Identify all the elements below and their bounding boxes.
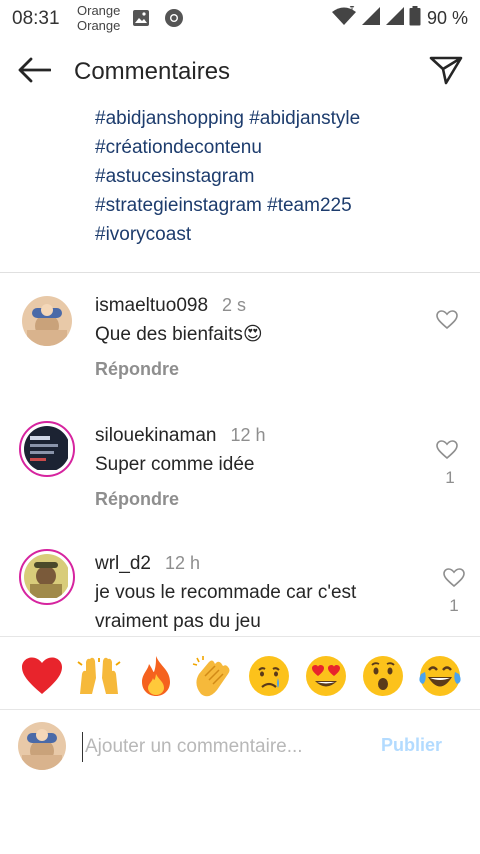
- signal-icon-1: [361, 6, 381, 31]
- emoji-heart-eyes[interactable]: [300, 650, 352, 702]
- comment-input[interactable]: [82, 732, 362, 762]
- emoji-surprised-face[interactable]: [357, 650, 409, 702]
- post-button[interactable]: Publier: [381, 735, 442, 756]
- header-bar: Commentaires: [0, 44, 480, 100]
- comment-compose-bar: Publier: [0, 718, 480, 778]
- compose-divider: [0, 709, 480, 710]
- like-count: 1: [445, 468, 455, 487]
- emoji-quick-bar: [16, 646, 466, 706]
- wifi-icon: [331, 4, 357, 31]
- heart-outline-icon: [436, 310, 458, 334]
- hashtag-line[interactable]: #créationdecontenu: [95, 133, 455, 162]
- heart-outline-icon: [436, 440, 458, 464]
- emoji-tears-of-joy[interactable]: [414, 650, 466, 702]
- heart-outline-icon: [443, 568, 465, 592]
- post-caption: #abidjanshopping #abidjanstyle #création…: [95, 104, 455, 249]
- status-bar: 08:31 Orange Orange 90 %: [0, 0, 480, 36]
- hashtag-line[interactable]: #abidjanshopping #abidjanstyle: [95, 104, 455, 133]
- like-button[interactable]: [436, 440, 458, 460]
- comment-time: 12 h: [164, 553, 201, 573]
- emoji-clapping-hands[interactable]: [187, 650, 239, 702]
- carrier-label: Orange Orange: [77, 3, 120, 33]
- comment-item: silouekinaman 12 h Super comme idée Répon…: [0, 420, 480, 530]
- battery-icon: [409, 5, 421, 31]
- hashtag-line[interactable]: #ivorycoast: [95, 220, 455, 249]
- avatar[interactable]: [19, 421, 75, 477]
- comment-item: wrl_d2 12 h je vous le recommade car c'es…: [0, 548, 480, 636]
- comment-time: 2 s: [222, 295, 247, 315]
- emoji-bar-divider: [0, 636, 480, 637]
- share-button[interactable]: [426, 52, 466, 92]
- emoji-crying-face[interactable]: [243, 650, 295, 702]
- status-right: 90 %: [331, 4, 468, 31]
- username[interactable]: ismaeltuo098: [95, 295, 208, 316]
- signal-icon-2: [385, 6, 405, 31]
- caption-divider: [0, 272, 480, 273]
- emoji-fire[interactable]: [130, 650, 182, 702]
- carrier-line-1: Orange: [77, 3, 121, 18]
- chrome-notification-icon: [164, 8, 184, 33]
- emoji-red-heart[interactable]: [16, 650, 68, 702]
- like-button[interactable]: [436, 310, 458, 330]
- battery-level: 90 %: [426, 7, 468, 28]
- like-count: 1: [449, 596, 459, 615]
- hashtag-line[interactable]: #strategieinstagram #team225: [95, 191, 455, 220]
- emoji-raising-hands[interactable]: [73, 650, 125, 702]
- reply-button[interactable]: Répondre: [95, 359, 179, 380]
- comment-text: je vous le recommade car c'est vraiment …: [95, 582, 357, 632]
- send-icon: [429, 55, 463, 90]
- avatar[interactable]: [22, 296, 72, 346]
- back-button[interactable]: [14, 52, 54, 92]
- username[interactable]: silouekinaman: [95, 425, 216, 446]
- username[interactable]: wrl_d2: [95, 553, 151, 574]
- comment-text: Super comme idée: [95, 454, 255, 475]
- reply-button[interactable]: Répondre: [95, 489, 179, 510]
- comment-item: ismaeltuo098 2 s Que des bienfaits😍 Répon…: [0, 290, 480, 400]
- comment-author[interactable]: ismaeltuo098 2 s: [95, 295, 246, 317]
- like-button[interactable]: [443, 568, 465, 588]
- hashtag-line[interactable]: #astucesinstagram: [95, 162, 455, 191]
- comment-text: Que des bienfaits😍: [95, 324, 263, 345]
- gallery-notification-icon: [132, 9, 150, 32]
- carrier-line-2: Orange: [77, 18, 121, 33]
- my-avatar: [18, 722, 66, 770]
- page-title: Commentaires: [74, 58, 231, 85]
- comment-time: 12 h: [230, 425, 266, 445]
- comment-author[interactable]: silouekinaman 12 h: [95, 425, 266, 447]
- avatar[interactable]: [19, 549, 75, 605]
- status-time: 08:31: [12, 8, 60, 29]
- comment-author[interactable]: wrl_d2 12 h: [95, 553, 200, 575]
- back-arrow-icon: [17, 57, 52, 88]
